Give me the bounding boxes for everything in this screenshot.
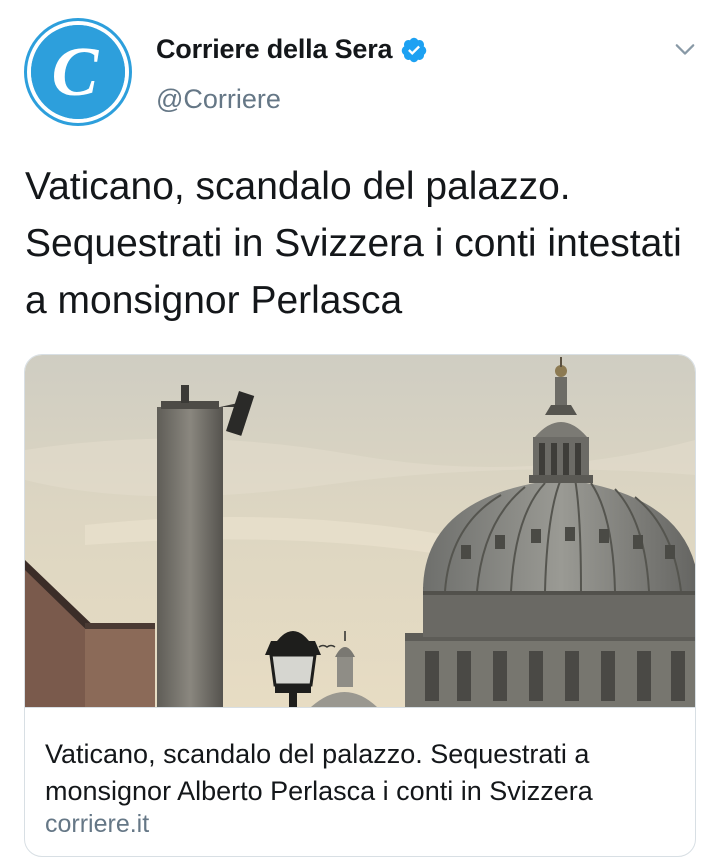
author-name[interactable]: Corriere della Sera bbox=[156, 34, 428, 65]
card-title[interactable]: Vaticano, scandalo del palazzo. Sequestr… bbox=[45, 736, 685, 810]
verified-badge-icon bbox=[402, 37, 427, 62]
tweet-text: Vaticano, scandalo del palazzo. Sequestr… bbox=[25, 165, 682, 322]
corriere-logo-icon: C bbox=[31, 25, 125, 119]
tweet: C Corriere della Sera @Corriere Vaticano… bbox=[0, 0, 720, 859]
chevron-down-icon[interactable] bbox=[674, 38, 696, 60]
author-display-name[interactable]: Corriere della Sera bbox=[156, 34, 393, 65]
svg-text:C: C bbox=[52, 34, 100, 111]
author-handle[interactable]: @Corriere bbox=[156, 84, 281, 115]
link-card[interactable]: Vaticano, scandalo del palazzo. Sequestr… bbox=[24, 354, 696, 857]
card-body[interactable]: Vaticano, scandalo del palazzo. Sequestr… bbox=[25, 707, 695, 856]
card-domain: corriere.it bbox=[45, 810, 150, 838]
card-image bbox=[25, 355, 695, 707]
avatar[interactable]: C bbox=[24, 18, 132, 126]
